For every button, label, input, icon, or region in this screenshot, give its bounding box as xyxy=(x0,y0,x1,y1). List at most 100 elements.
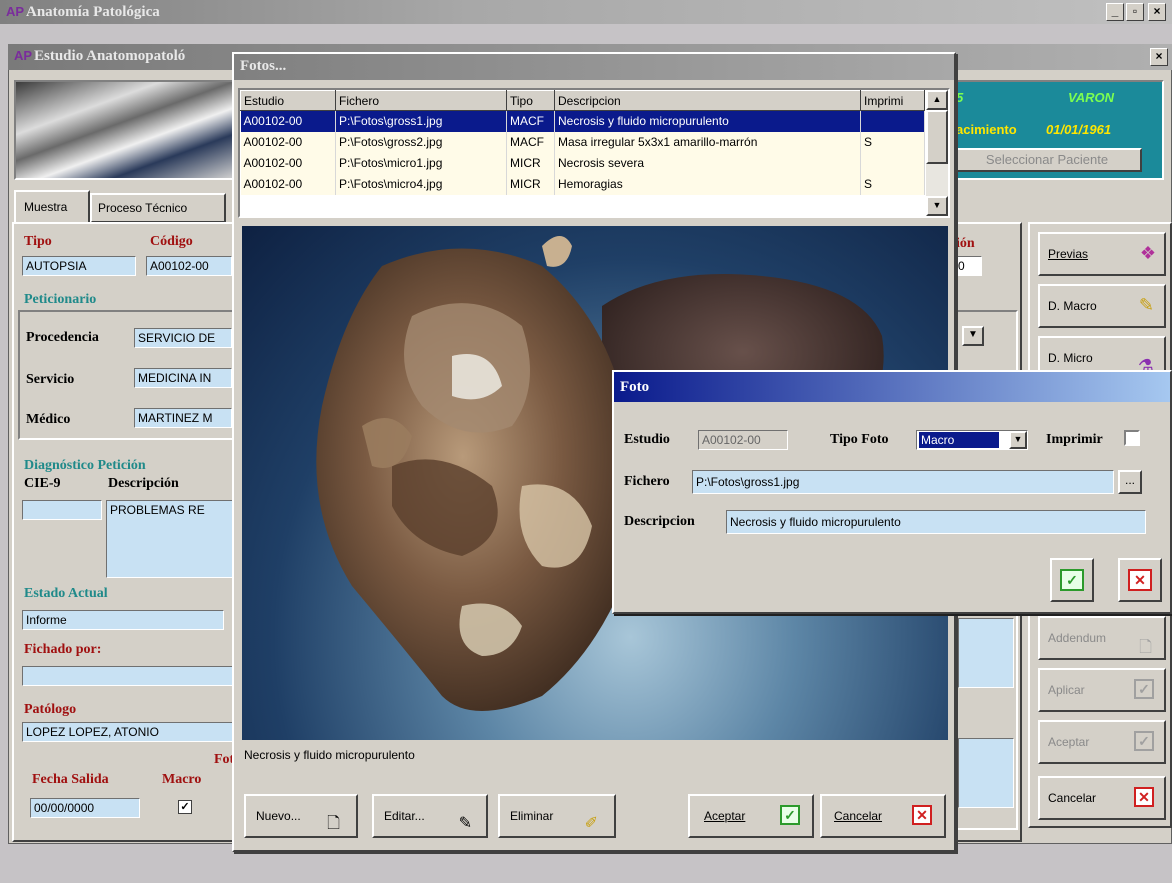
servicio-field[interactable]: MEDICINA IN xyxy=(134,368,232,388)
col-header-fichero[interactable]: Fichero xyxy=(335,90,507,111)
right-partial-label: ión xyxy=(956,236,975,251)
editar-button[interactable]: Editar... ✎ xyxy=(372,794,488,838)
cie-field[interactable] xyxy=(22,500,102,520)
right-text-area-2[interactable] xyxy=(958,738,1014,808)
tab-proceso-tecnico[interactable]: Proceso Técnico xyxy=(90,193,226,223)
foto-descripcion-field[interactable]: Necrosis y fluido micropurulento xyxy=(726,510,1146,534)
close-button[interactable]: × xyxy=(1148,3,1166,21)
scroll-up-button[interactable]: ▲ xyxy=(926,90,948,110)
cell-imprimir: S xyxy=(860,131,925,153)
medico-field[interactable]: MARTINEZ M xyxy=(134,408,232,428)
grid-header-row: Estudio Fichero Tipo Descripcion Imprimi xyxy=(240,90,925,111)
fichado-label: Fichado por: xyxy=(24,642,102,657)
diagnostico-label: Diagnóstico Petición xyxy=(24,458,146,473)
addendum-button[interactable]: Addendum 🗋 xyxy=(1038,616,1166,660)
pencil-icon: ✎ xyxy=(1138,295,1154,315)
codigo-label: Código xyxy=(150,234,193,249)
tipo-foto-value: Macro xyxy=(919,432,999,448)
right-text-area-1[interactable] xyxy=(958,618,1014,688)
table-row[interactable]: A00102-00 P:\Fotos\micro4.jpg MICR Hemor… xyxy=(240,173,925,195)
fecha-salida-field[interactable]: 00/00/0000 xyxy=(30,798,140,818)
procedencia-field[interactable]: SERVICIO DE xyxy=(134,328,232,348)
eliminar-button[interactable]: Eliminar ✐ xyxy=(498,794,616,838)
chevron-down-icon[interactable]: ▼ xyxy=(1009,431,1027,449)
cell-fichero: P:\Fotos\micro1.jpg xyxy=(335,152,507,174)
check-icon: ✓ xyxy=(1060,569,1084,591)
dialog-accept-button[interactable]: ✓ xyxy=(1050,558,1094,602)
right-combo-button[interactable]: ▼ xyxy=(962,326,984,346)
dialog-cancel-button[interactable]: ✕ xyxy=(1118,558,1162,602)
col-header-tipo[interactable]: Tipo xyxy=(506,90,555,111)
new-document-icon: 🗋 xyxy=(327,815,340,832)
aplicar-button[interactable]: Aplicar ✓ xyxy=(1038,668,1166,712)
right-partial-field[interactable]: 0 xyxy=(954,256,982,276)
estado-field[interactable]: Informe xyxy=(22,610,224,630)
imprimir-checkbox[interactable] xyxy=(1124,430,1140,446)
tipo-label: Tipo xyxy=(24,234,52,249)
cell-tipo: MICR xyxy=(506,152,555,174)
grid-scrollbar[interactable]: ▲ ▼ xyxy=(926,90,948,216)
foto-fichero-field[interactable]: P:\Fotos\gross1.jpg xyxy=(692,470,1114,494)
fecha-salida-label: Fecha Salida xyxy=(32,772,109,787)
aceptar-side-button[interactable]: Aceptar ✓ xyxy=(1038,720,1166,764)
gift-icon: ❖ xyxy=(1139,243,1156,263)
patient-number-partial: 5 xyxy=(956,90,964,105)
foto-dialog-title-bar: Foto xyxy=(614,372,1170,402)
check-icon: ✓ xyxy=(780,805,800,825)
select-patient-button[interactable]: Seleccionar Paciente xyxy=(952,148,1142,172)
cell-descripcion: Necrosis y fluido micropurulento xyxy=(554,110,861,132)
col-header-estudio[interactable]: Estudio xyxy=(240,90,336,111)
cell-fichero: P:\Fotos\gross2.jpg xyxy=(335,131,507,153)
estudio-logo-icon: AP xyxy=(14,48,33,63)
col-header-imprimir[interactable]: Imprimi xyxy=(860,90,925,111)
maximize-button[interactable]: ▫ xyxy=(1126,3,1144,21)
banner-image xyxy=(14,80,236,180)
codigo-field[interactable]: A00102-00 xyxy=(146,256,232,276)
aceptar-button[interactable]: Aceptar ✓ xyxy=(688,794,814,838)
table-row[interactable]: A00102-00 P:\Fotos\gross1.jpg MACF Necro… xyxy=(240,110,925,132)
medico-label: Médico xyxy=(26,412,71,427)
descripcion-field[interactable]: PROBLEMAS RE xyxy=(106,500,234,578)
app-title-bar: AP Anatomía Patológica xyxy=(0,0,1172,24)
birth-date: 01/01/1961 xyxy=(1046,122,1112,137)
minimize-button[interactable]: _ xyxy=(1106,3,1124,21)
previas-button[interactable]: Previas ❖ xyxy=(1038,232,1166,276)
cancelar-button[interactable]: Cancelar ✕ xyxy=(820,794,946,838)
scroll-thumb[interactable] xyxy=(926,110,948,164)
cell-estudio: A00102-00 xyxy=(240,152,336,174)
nuevo-button[interactable]: Nuevo... 🗋 xyxy=(244,794,358,838)
cell-imprimir: S xyxy=(860,173,925,195)
cell-descripcion: Necrosis severa xyxy=(554,152,861,174)
browse-button[interactable]: ... xyxy=(1118,470,1142,494)
col-header-descripcion[interactable]: Descripcion xyxy=(554,90,861,111)
macro-checkbox[interactable]: ✓ xyxy=(178,800,192,814)
cancelar-side-button[interactable]: Cancelar ✕ xyxy=(1038,776,1166,820)
tab-muestra[interactable]: Muestra xyxy=(14,190,90,224)
servicio-label: Servicio xyxy=(26,372,75,387)
foto-estudio-label: Estudio xyxy=(624,432,670,447)
tipo-foto-select[interactable]: Macro ▼ xyxy=(916,430,1028,450)
document-icon: 🗋 xyxy=(1139,639,1152,656)
scroll-down-button[interactable]: ▼ xyxy=(926,196,948,216)
cie-label: CIE-9 xyxy=(24,476,61,491)
patologo-field[interactable]: LOPEZ LOPEZ, ATONIO xyxy=(22,722,234,742)
cell-tipo: MICR xyxy=(506,173,555,195)
d-macro-button[interactable]: D. Macro ✎ xyxy=(1038,284,1166,328)
table-row[interactable]: A00102-00 P:\Fotos\micro1.jpg MICR Necro… xyxy=(240,152,925,174)
x-icon: ✕ xyxy=(1128,569,1152,591)
edit-document-icon: ✎ xyxy=(458,815,472,832)
estudio-close-button[interactable]: × xyxy=(1150,48,1168,66)
photos-table: Estudio Fichero Tipo Descripcion Imprimi… xyxy=(240,90,925,195)
cell-fichero: P:\Fotos\gross1.jpg xyxy=(335,110,507,132)
foto-estudio-field[interactable]: A00102-00 xyxy=(698,430,788,450)
table-row[interactable]: A00102-00 P:\Fotos\gross2.jpg MACF Masa … xyxy=(240,131,925,153)
birth-label: acimiento xyxy=(956,122,1017,137)
foto-dialog-title: Foto xyxy=(620,379,650,395)
cell-tipo: MACF xyxy=(506,110,555,132)
x-icon: ✕ xyxy=(912,805,932,825)
estudio-title: Estudio Anatomopatoló xyxy=(34,48,186,64)
fichado-field[interactable] xyxy=(22,666,234,686)
tipo-field[interactable]: AUTOPSIA xyxy=(22,256,136,276)
tipo-foto-label: Tipo Foto xyxy=(830,432,889,447)
check-icon: ✓ xyxy=(1134,731,1154,751)
